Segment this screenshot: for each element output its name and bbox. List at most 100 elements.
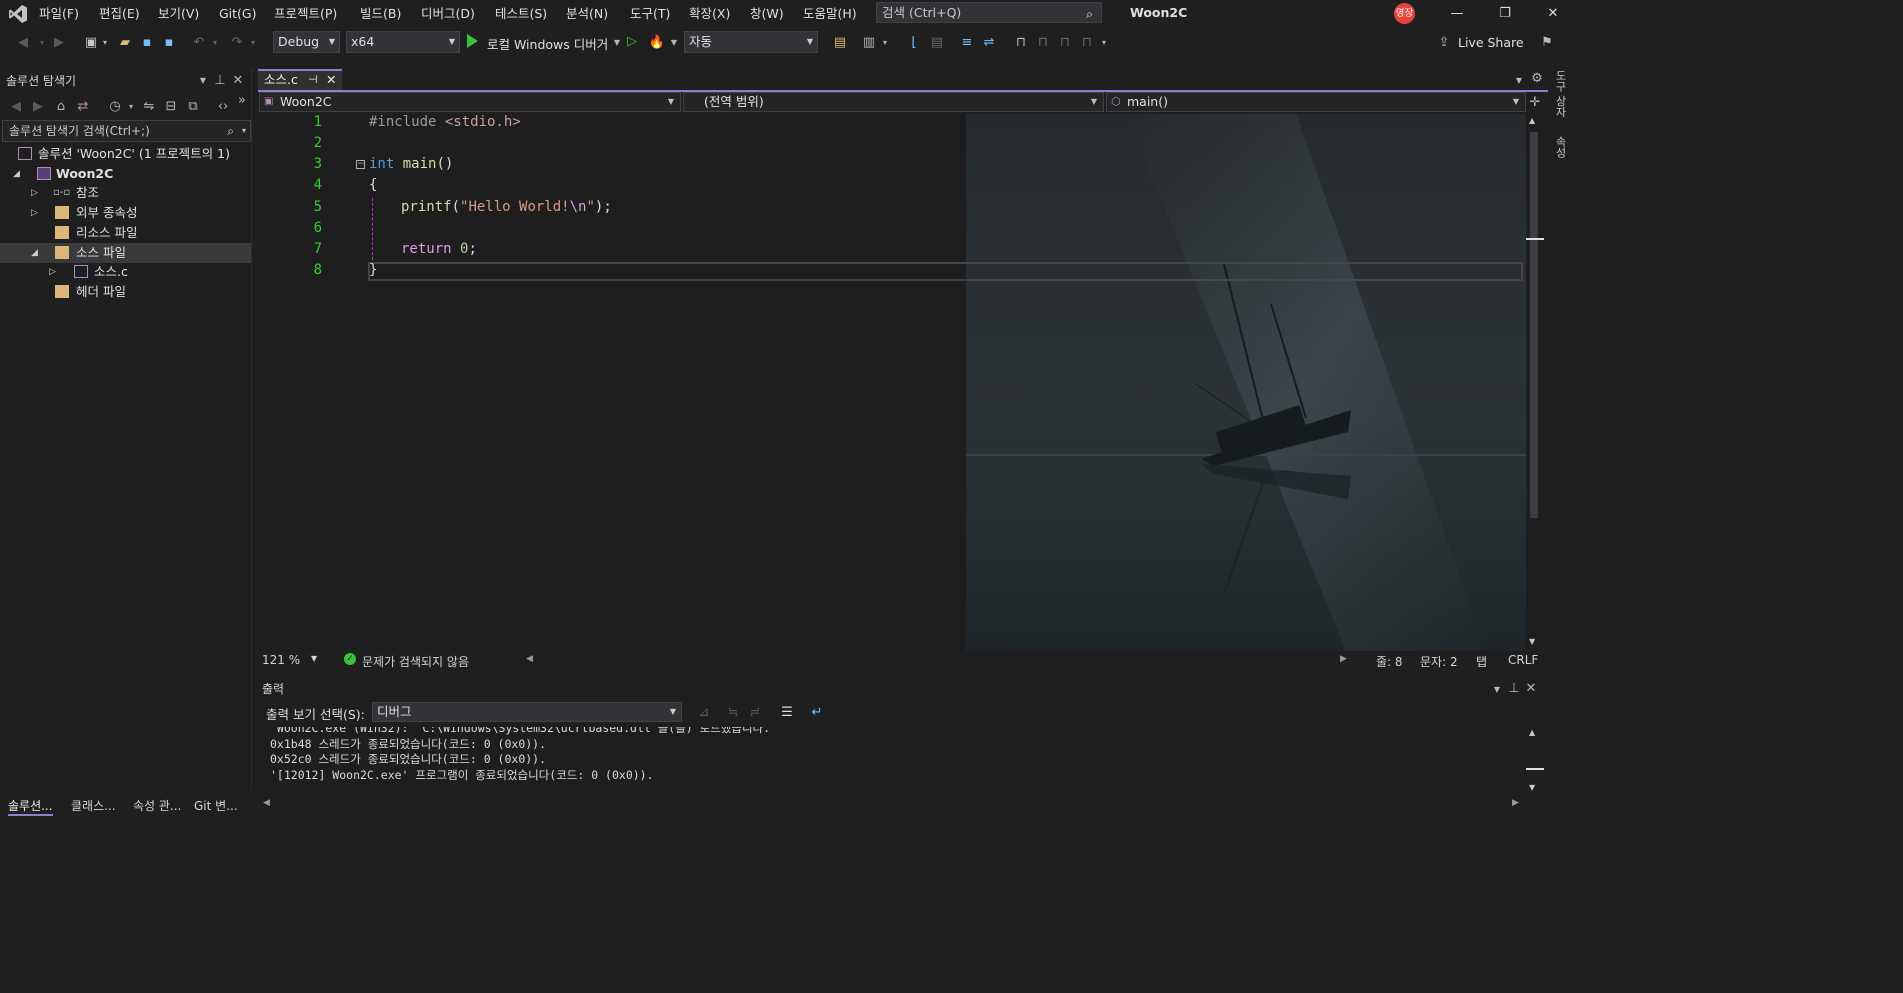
start-debugging-icon[interactable] xyxy=(467,34,478,48)
switch-views-icon[interactable]: ⇄ xyxy=(74,98,92,116)
tree-project[interactable]: ◢ Woon2C xyxy=(0,164,251,184)
menu-analyze[interactable]: 분석(N) xyxy=(566,5,608,23)
redo-dropdown-icon[interactable]: ▾ xyxy=(248,34,258,52)
undo-icon[interactable]: ↶ xyxy=(190,34,208,52)
pin-icon[interactable]: ⊥ xyxy=(1507,680,1521,698)
undo-dropdown-icon[interactable]: ▾ xyxy=(210,34,220,52)
expanded-arrow-icon[interactable]: ◢ xyxy=(31,243,38,263)
column-status[interactable]: 문자: 2 xyxy=(1420,653,1458,670)
tree-source-c[interactable]: ▷ 소스.c xyxy=(0,262,251,282)
tab-property-manager[interactable]: 속성 관... xyxy=(133,797,181,814)
run-target-button[interactable]: 로컬 Windows 디버거 xyxy=(487,34,608,53)
restore-icon[interactable]: ❐ xyxy=(1490,4,1520,24)
menu-project[interactable]: 프로젝트(P) xyxy=(274,5,337,23)
forward-icon[interactable]: ▶ xyxy=(30,98,46,116)
scrollbar-thumb[interactable] xyxy=(1530,132,1538,518)
collapsed-arrow-icon[interactable]: ▷ xyxy=(49,262,56,282)
show-all-files-icon[interactable]: ⧉ xyxy=(184,98,202,116)
close-panel-icon[interactable]: ✕ xyxy=(231,72,245,90)
scroll-down-icon[interactable]: ▼ xyxy=(1529,637,1535,646)
output-source-select[interactable]: 디버그 ▼ xyxy=(372,702,682,722)
prev-message-icon[interactable]: ≒ xyxy=(724,704,742,722)
tab-solution-explorer[interactable]: 솔루션... xyxy=(8,797,53,816)
hot-reload-icon[interactable]: 🔥 xyxy=(648,34,666,52)
properties-tab[interactable]: 속성 xyxy=(1552,136,1568,158)
open-folder-icon[interactable]: ▰ xyxy=(116,34,134,52)
back-icon[interactable]: ◀ xyxy=(14,34,32,52)
comment-icon[interactable]: ≡ xyxy=(958,34,976,52)
toolbar-overflow-icon[interactable]: ▾ xyxy=(1098,34,1110,52)
bookmark-icon[interactable]: ⊓ xyxy=(1012,34,1030,52)
menu-test[interactable]: 테스트(S) xyxy=(495,5,547,23)
breakpoint-window-icon[interactable]: ⌊ xyxy=(905,34,923,52)
toolbox-tab[interactable]: 도구 상자 xyxy=(1552,70,1568,118)
back-dropdown-icon[interactable]: ▾ xyxy=(36,34,48,52)
menu-debug[interactable]: 디버그(D) xyxy=(421,5,475,23)
tree-solution[interactable]: 솔루션 'Woon2C' (1 프로젝트의 1) xyxy=(0,144,251,164)
close-panel-icon[interactable]: ✕ xyxy=(1524,680,1538,698)
more-icon[interactable]: » xyxy=(236,92,248,110)
zoom-dropdown-icon[interactable]: ▼ xyxy=(311,654,317,663)
call-stack-icon[interactable]: ▤ xyxy=(928,34,946,52)
find-in-files-icon[interactable]: ▤ xyxy=(831,34,849,52)
global-scope-select[interactable]: (전역 범위) ▼ xyxy=(683,92,1104,112)
next-bookmark-icon[interactable]: ⊓ xyxy=(1056,34,1074,52)
scroll-up-icon[interactable]: ▲ xyxy=(1529,116,1535,125)
menu-build[interactable]: 빌드(B) xyxy=(360,5,401,23)
forward-icon[interactable]: ▶ xyxy=(50,34,68,52)
tree-external-deps[interactable]: ▷ 외부 종속성 xyxy=(0,203,251,223)
panel-options-icon[interactable]: ▼ xyxy=(198,72,208,90)
save-icon[interactable]: ▪ xyxy=(138,34,156,52)
tree-resource-files[interactable]: 리소스 파일 xyxy=(0,223,251,243)
tab-source-c[interactable]: 소스.c ⊣ ✕ xyxy=(258,69,342,90)
live-share-button[interactable]: Live Share xyxy=(1458,35,1524,50)
tree-references[interactable]: ▷ ▫-▫ 참조 xyxy=(0,183,251,203)
start-without-debugging-icon[interactable]: ▷ xyxy=(627,34,637,49)
search-input[interactable]: 검색 (Ctrl+Q) ⌕ xyxy=(876,2,1102,23)
clear-bookmarks-icon[interactable]: ⊓ xyxy=(1078,34,1096,52)
tab-list-icon[interactable]: ▼ xyxy=(1513,72,1525,90)
solution-search-input[interactable]: 솔루션 탐색기 검색(Ctrl+;) ⌕ ▾ xyxy=(2,120,251,142)
tree-header-files[interactable]: 헤더 파일 xyxy=(0,282,251,302)
pending-dropdown-icon[interactable]: ▾ xyxy=(126,98,136,116)
function-select[interactable]: ⬡ main() ▼ xyxy=(1106,92,1526,112)
sync-icon[interactable]: ⇋ xyxy=(140,98,158,116)
save-all-icon[interactable]: ▪ xyxy=(160,34,178,52)
find-message-icon[interactable]: ⊿ xyxy=(695,704,713,722)
configuration-select[interactable]: Debug ▼ xyxy=(273,31,340,53)
pin-tab-icon[interactable]: ⊣ xyxy=(308,71,318,89)
word-wrap-icon[interactable]: ↵ xyxy=(808,704,826,722)
prev-bookmark-icon[interactable]: ⊓ xyxy=(1034,34,1052,52)
debug-mode-select[interactable]: 자동 ▼ xyxy=(684,31,818,53)
back-icon[interactable]: ◀ xyxy=(8,98,24,116)
search-options-icon[interactable]: ▾ xyxy=(242,121,246,141)
scroll-left-icon[interactable]: ◀ xyxy=(263,798,270,808)
scroll-right-icon[interactable]: ▶ xyxy=(1340,654,1347,664)
panel-options-icon[interactable]: ▼ xyxy=(1492,681,1502,699)
line-status[interactable]: 줄: 8 xyxy=(1376,653,1403,670)
collapsed-arrow-icon[interactable]: ▷ xyxy=(31,183,38,203)
issues-status[interactable]: 문제가 검색되지 않음 xyxy=(362,653,469,670)
eol-status[interactable]: CRLF xyxy=(1508,653,1538,667)
layout-icon[interactable]: ▥ xyxy=(860,34,878,52)
next-message-icon[interactable]: ≓ xyxy=(746,704,764,722)
menu-window[interactable]: 창(W) xyxy=(750,5,784,23)
tab-class-view[interactable]: 클래스... xyxy=(71,797,116,814)
close-window-icon[interactable]: ✕ xyxy=(1538,4,1568,24)
pending-changes-icon[interactable]: ◷ xyxy=(106,98,124,116)
redo-icon[interactable]: ↷ xyxy=(228,34,246,52)
avatar[interactable]: 명장 xyxy=(1394,3,1415,24)
menu-git[interactable]: Git(G) xyxy=(219,5,257,23)
pin-icon[interactable]: ⊥ xyxy=(213,72,227,90)
new-dropdown-icon[interactable]: ▾ xyxy=(100,34,110,52)
settings-gear-icon[interactable]: ⚙ xyxy=(1530,70,1544,88)
scroll-right-icon[interactable]: ▶ xyxy=(1512,798,1519,808)
collapse-block-icon[interactable]: − xyxy=(356,160,365,169)
expanded-arrow-icon[interactable]: ◢ xyxy=(13,164,20,184)
project-scope-select[interactable]: ▣ Woon2C ▼ xyxy=(259,92,681,112)
collapsed-arrow-icon[interactable]: ▷ xyxy=(31,203,38,223)
scroll-left-icon[interactable]: ◀ xyxy=(526,654,533,664)
preview-icon[interactable]: ‹› xyxy=(214,98,232,116)
menu-extensions[interactable]: 확장(X) xyxy=(689,5,730,23)
new-project-icon[interactable]: ▣ xyxy=(82,34,100,52)
